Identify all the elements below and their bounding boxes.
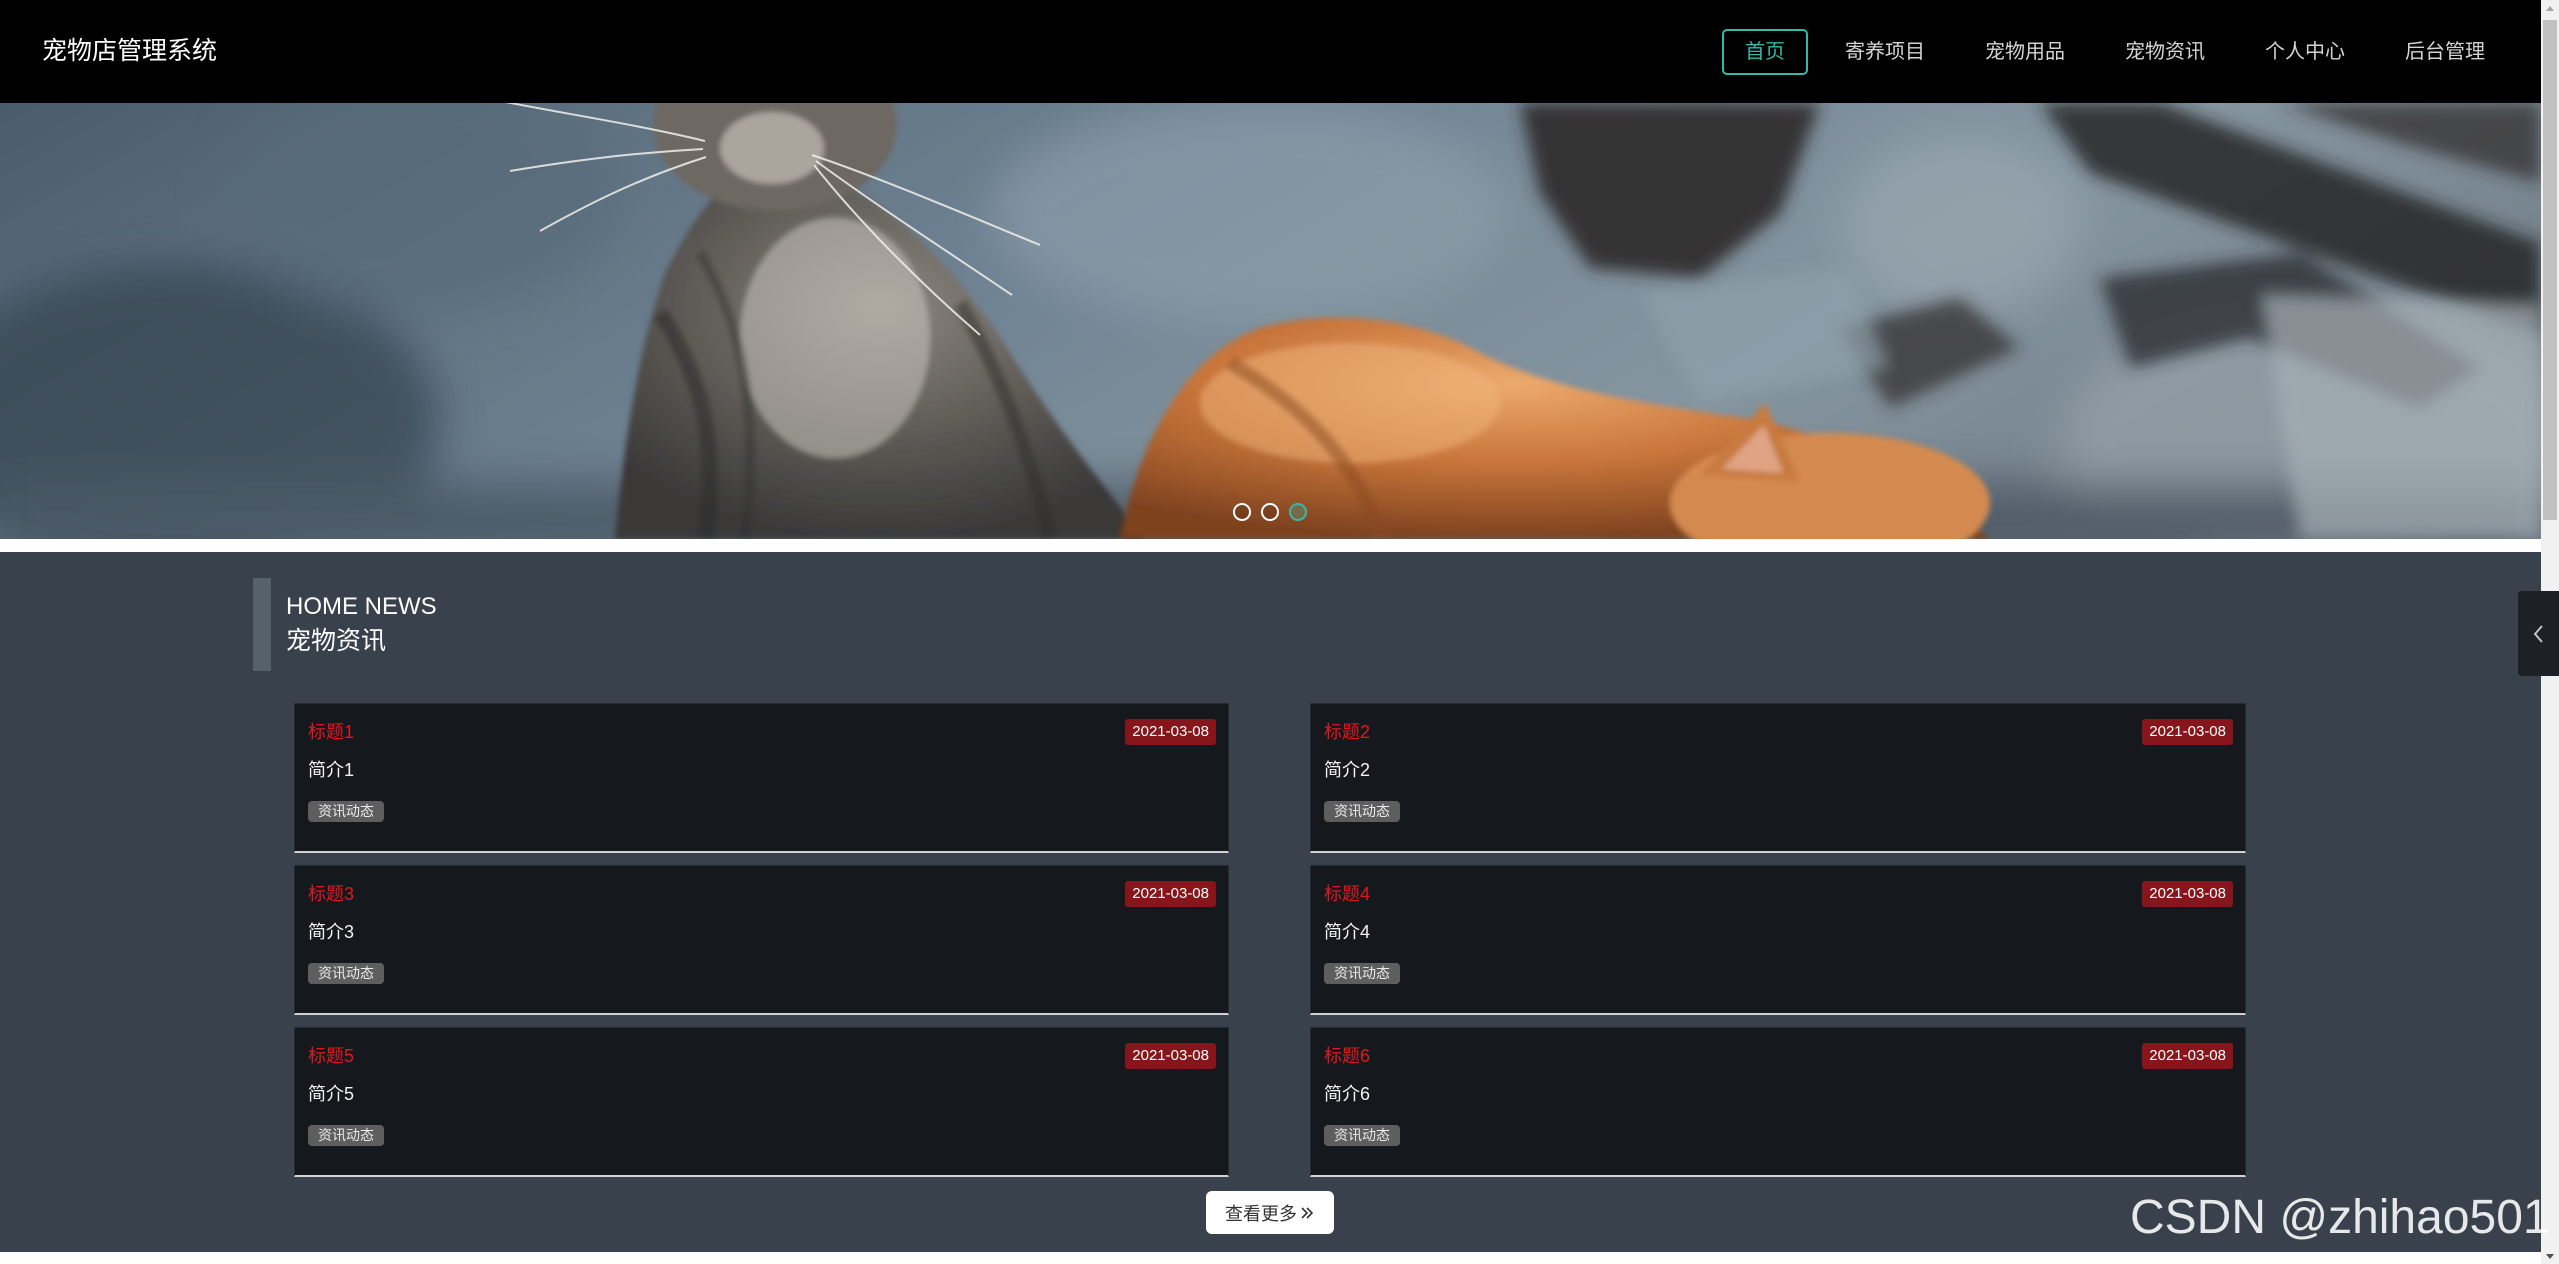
- news-title-link[interactable]: 标题6: [1324, 1045, 1370, 1067]
- news-title-link[interactable]: 标题4: [1324, 883, 1370, 905]
- news-card-2[interactable]: 标题2 2021-03-08 简介2 资讯动态: [1310, 703, 2246, 853]
- news-date-badge: 2021-03-08: [1125, 881, 1216, 907]
- news-card-3[interactable]: 标题3 2021-03-08 简介3 资讯动态: [294, 865, 1229, 1015]
- news-summary: 简介2: [1324, 760, 1371, 780]
- section-heading-en: HOME NEWS: [286, 593, 437, 620]
- nav-item-home[interactable]: 首页: [1722, 29, 1808, 75]
- news-card-6[interactable]: 标题6 2021-03-08 简介6 资讯动态: [1310, 1027, 2246, 1177]
- news-card-5[interactable]: 标题5 2021-03-08 简介5 资讯动态: [294, 1027, 1229, 1177]
- news-category-tag: 资讯动态: [308, 1125, 384, 1146]
- news-category-tag: 资讯动态: [1324, 1125, 1400, 1146]
- section-heading-bar: [253, 578, 271, 671]
- news-category-tag: 资讯动态: [1324, 963, 1400, 984]
- scrollbar-up-arrow[interactable]: [2546, 6, 2554, 11]
- news-date-badge: 2021-03-08: [2142, 1043, 2233, 1069]
- news-summary: 简介6: [1324, 1084, 1371, 1104]
- news-summary: 简介4: [1324, 922, 1371, 942]
- view-more-button[interactable]: 查看更多: [1206, 1191, 1334, 1234]
- news-title-link[interactable]: 标题2: [1324, 721, 1370, 743]
- chevron-left-icon: [2533, 624, 2543, 643]
- hero-banner[interactable]: [0, 103, 2541, 539]
- news-summary: 简介3: [308, 922, 355, 942]
- side-panel-toggle[interactable]: [2518, 591, 2559, 676]
- news-date-badge: 2021-03-08: [2142, 719, 2233, 745]
- news-title-link[interactable]: 标题1: [308, 721, 354, 743]
- news-date-badge: 2021-03-08: [2142, 881, 2233, 907]
- news-summary: 简介1: [308, 760, 355, 780]
- double-chevron-right-icon: [1301, 1206, 1314, 1219]
- news-card-1[interactable]: 标题1 2021-03-08 简介1 资讯动态: [294, 703, 1229, 853]
- news-grid: 标题1 2021-03-08 简介1 资讯动态 标题2 2021-03-08 简…: [294, 703, 2246, 1177]
- carousel-dot-1[interactable]: [1233, 503, 1251, 521]
- news-title-link[interactable]: 标题5: [308, 1045, 354, 1067]
- scrollbar-down-arrow[interactable]: [2546, 1254, 2554, 1259]
- scrollbar-thumb[interactable]: [2543, 20, 2557, 520]
- news-date-badge: 2021-03-08: [1125, 1043, 1216, 1069]
- carousel-dot-2[interactable]: [1261, 503, 1279, 521]
- news-date-badge: 2021-03-08: [1125, 719, 1216, 745]
- news-card-4[interactable]: 标题4 2021-03-08 简介4 资讯动态: [1310, 865, 2246, 1015]
- news-section: HOME NEWS 宠物资讯 标题1 2021-03-08 简介1 资讯动态 标…: [0, 552, 2541, 1252]
- main-nav: 首页 寄养项目 宠物用品 宠物资讯 个人中心 后台管理: [1722, 29, 2508, 75]
- carousel-dots: [1233, 503, 1307, 521]
- news-category-tag: 资讯动态: [1324, 801, 1400, 822]
- nav-item-news[interactable]: 宠物资讯: [2102, 29, 2228, 75]
- view-more-label: 查看更多: [1225, 1203, 1297, 1224]
- top-nav-bar: 宠物店管理系统 首页 寄养项目 宠物用品 宠物资讯 个人中心 后台管理: [0, 0, 2541, 103]
- news-title-link[interactable]: 标题3: [308, 883, 354, 905]
- news-summary: 简介5: [308, 1084, 355, 1104]
- nav-item-profile[interactable]: 个人中心: [2242, 29, 2368, 75]
- nav-item-admin[interactable]: 后台管理: [2382, 29, 2508, 75]
- news-category-tag: 资讯动态: [308, 801, 384, 822]
- section-heading-cn: 宠物资讯: [286, 627, 387, 655]
- news-category-tag: 资讯动态: [308, 963, 384, 984]
- site-title[interactable]: 宠物店管理系统: [42, 0, 217, 103]
- nav-item-boarding[interactable]: 寄养项目: [1822, 29, 1948, 75]
- banner-photo: [0, 103, 2541, 539]
- carousel-dot-3[interactable]: [1289, 503, 1307, 521]
- nav-item-supplies[interactable]: 宠物用品: [1962, 29, 2088, 75]
